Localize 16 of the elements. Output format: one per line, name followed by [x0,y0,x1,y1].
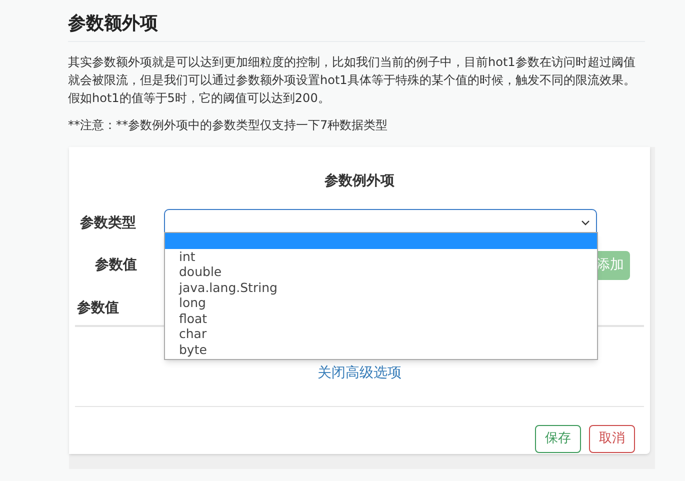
cancel-button[interactable]: 取消 [589,425,635,453]
card-title: 参数例外项 [324,172,396,191]
field-label: 参数类型 [80,214,137,232]
save-button[interactable]: 保存 [535,425,581,453]
column-header: 参数值 [77,299,119,318]
dropdown-option[interactable]: java.lang.String [165,280,597,295]
dropdown-option[interactable]: long [165,295,597,310]
note-text: **注意：**参数例外项中的参数类型仅支持一下7种数据类型 [68,117,389,134]
advanced-options-link[interactable]: 关闭高级选项 [318,365,402,381]
dropdown-option[interactable]: char [165,326,597,342]
description-paragraph: 其实参数额外项就是可以达到更加细粒度的控制，比如我们当前的例子中，目前hot1参数在访问时超过阈值就会被限流，但是我们可以通过参数额外项设置hot1具体等于特殊的某个值的时候，触发不同的限流效果。假如hot1的值等于5时，它的阈值可以达到200。 [68,54,636,107]
field-label: 参数值 [95,256,138,275]
dropdown-option[interactable]: float [165,310,597,326]
chevron-down-icon [581,220,590,226]
dropdown-option[interactable]: byte [165,342,597,357]
section-heading: 参数额外项 [68,10,645,42]
